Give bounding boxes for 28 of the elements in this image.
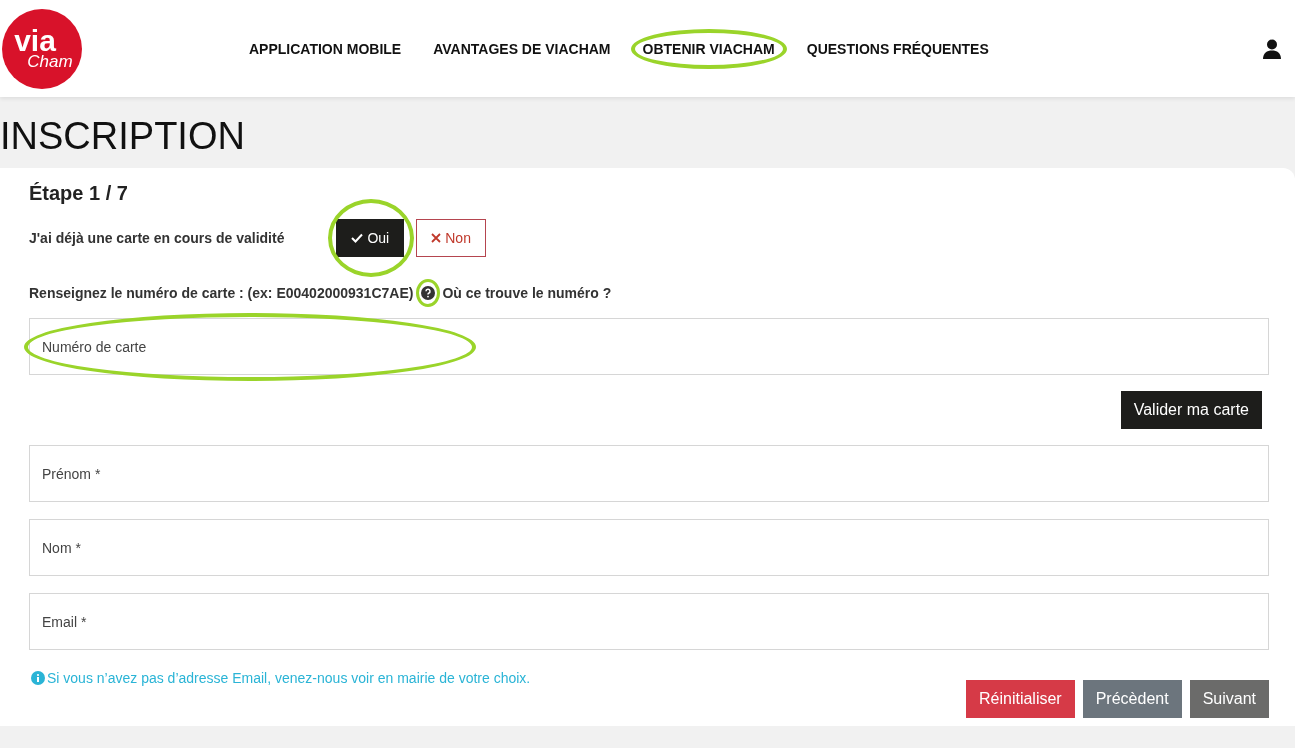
- next-button[interactable]: Suivant: [1189, 680, 1269, 718]
- previous-button[interactable]: Précèdent: [1082, 680, 1182, 718]
- info-message: Si vous n’avez pas d’adresse Email, venez-nous voir en mairie de votre choix.: [47, 670, 531, 686]
- step-title: Étape 1 / 7: [29, 182, 129, 205]
- yes-button[interactable]: Oui: [336, 219, 405, 257]
- validate-card-button[interactable]: Valider ma carte: [1120, 391, 1262, 429]
- text-field[interactable]: Email *: [29, 593, 1269, 650]
- logo-text: Cham: [27, 54, 73, 70]
- help-link[interactable]: Où ce trouve le numéro ?: [442, 285, 612, 301]
- check-icon: [351, 233, 364, 243]
- nav-link[interactable]: AVANTAGES DE VIACHAM: [433, 40, 611, 57]
- info-icon: [31, 671, 45, 685]
- nav-link[interactable]: OBTENIR VIACHAM: [642, 40, 775, 57]
- page-title: INSCRIPTION: [0, 114, 246, 159]
- question-label: J'ai déjà une carte en cours de validité: [29, 230, 285, 246]
- nav-link[interactable]: QUESTIONS FRÉQUENTES: [806, 40, 989, 57]
- reset-button[interactable]: Réinitialiser: [966, 680, 1075, 718]
- nav-link[interactable]: APPLICATION MOBILE: [249, 40, 402, 57]
- help-icon[interactable]: [421, 286, 436, 300]
- logo[interactable]: via Cham: [2, 8, 82, 89]
- close-icon: [431, 233, 442, 243]
- logo-text: via: [14, 27, 56, 55]
- user-icon[interactable]: [1263, 38, 1281, 59]
- no-button[interactable]: Non: [416, 219, 486, 257]
- text-field[interactable]: Prénom *: [29, 445, 1269, 502]
- card-number-field[interactable]: Numéro de carte: [29, 318, 1269, 375]
- card-number-label: Renseignez le numéro de carte : (ex: E00402000931C7AE): [29, 285, 414, 301]
- text-field[interactable]: Nom *: [29, 519, 1269, 576]
